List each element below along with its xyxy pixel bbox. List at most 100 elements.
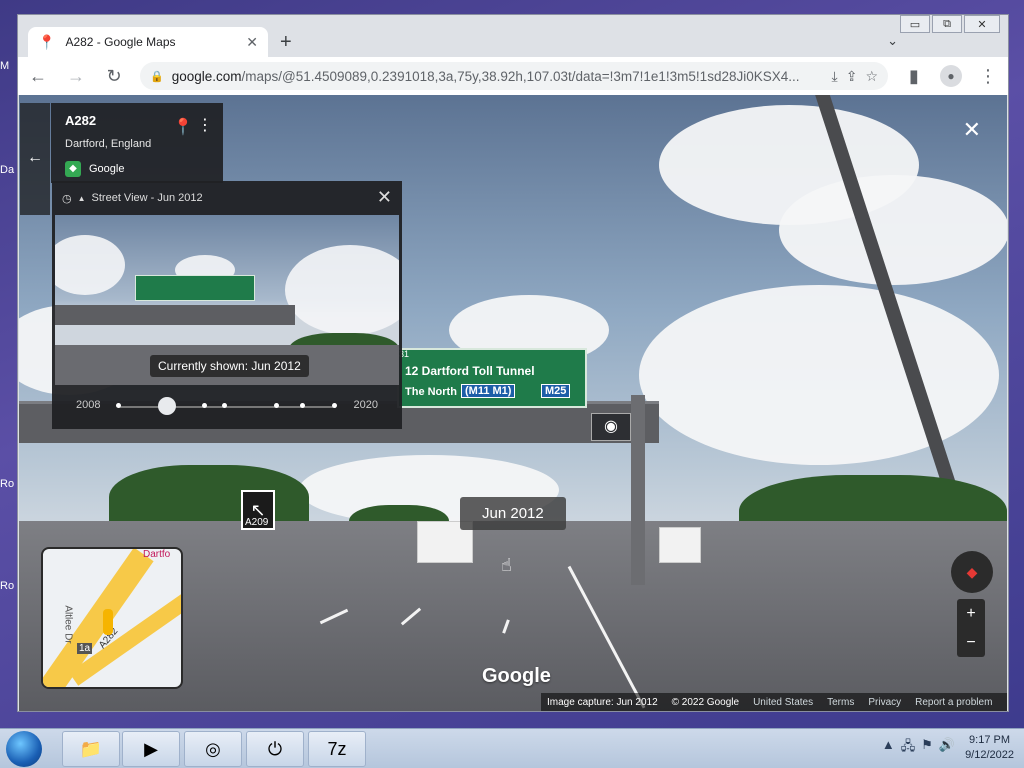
compass-icon[interactable]: ◆ bbox=[951, 551, 993, 593]
url-path: /maps/@51.4509089,0.2391018,3a,75y,38.92… bbox=[241, 68, 800, 84]
tab-strip: 📍 A282 - Google Maps ✕ + ⌄ bbox=[18, 25, 1008, 57]
browser-window: ▭ ⧉ ✕ 📍 A282 - Google Maps ✕ + ⌄ ← → ↻ 🔒… bbox=[17, 14, 1009, 712]
media-player-icon[interactable]: ▶ bbox=[122, 731, 180, 767]
new-tab-button[interactable]: + bbox=[280, 31, 292, 54]
history-preview-image[interactable]: Currently shown: Jun 2012 bbox=[55, 215, 399, 385]
clock-date: 9/12/2022 bbox=[965, 749, 1014, 761]
cloud bbox=[55, 235, 125, 295]
back-arrow-icon[interactable]: ← bbox=[20, 103, 50, 215]
source-attribution: ◆ Google bbox=[65, 161, 124, 177]
street-view-history-panel: ◷ ▲ Street View - Jun 2012 ✕ Currently s… bbox=[52, 181, 402, 429]
volume-icon[interactable]: 🔊 bbox=[939, 737, 955, 759]
tray-expand-icon[interactable]: ▲ bbox=[882, 737, 895, 759]
timeline-point[interactable] bbox=[300, 403, 305, 408]
minimap-street-label: Altlee Dr bbox=[62, 605, 74, 644]
forward-icon[interactable]: → bbox=[64, 66, 88, 87]
caret-up-icon: ▲ bbox=[77, 193, 86, 203]
timeline-point[interactable] bbox=[332, 403, 337, 408]
timeline-point[interactable] bbox=[274, 403, 279, 408]
share-icon[interactable]: ⇪ bbox=[846, 68, 858, 85]
mini-map[interactable]: Dartfo Altlee Dr A282 1a bbox=[41, 547, 183, 689]
pegman-icon[interactable] bbox=[103, 609, 113, 635]
clock-time: 9:17 PM bbox=[969, 734, 1011, 746]
copyright: © 2022 Google bbox=[671, 696, 740, 708]
minimap-junction-badge: 1a bbox=[77, 643, 93, 654]
google-maps-logo-icon: ◆ bbox=[65, 161, 81, 177]
profile-avatar[interactable]: ● bbox=[940, 65, 962, 87]
timeline-handle[interactable] bbox=[158, 397, 176, 415]
timeline-point[interactable] bbox=[222, 403, 227, 408]
browser-toolbar: ← → ↻ 🔒 google.com/maps/@51.4509089,0.23… bbox=[18, 57, 1008, 95]
side-panel-icon[interactable]: ▮ bbox=[902, 66, 926, 87]
cloud bbox=[285, 245, 399, 335]
roadside-sign: A209 bbox=[243, 517, 271, 528]
chrome-icon[interactable]: ◎ bbox=[184, 731, 242, 767]
place-card: A282 Dartford, England ◆ Google 📍 ⋮ bbox=[51, 103, 223, 183]
report-problem-link[interactable]: Report a problem bbox=[915, 697, 992, 708]
attribution-footer: Image capture: Jun 2012 © 2022 Google Un… bbox=[541, 693, 1007, 711]
location-pin-icon[interactable]: 📍 bbox=[173, 117, 193, 137]
timeline-point[interactable] bbox=[202, 403, 207, 408]
tab-close-icon[interactable]: ✕ bbox=[246, 34, 258, 51]
terms-link[interactable]: Terms bbox=[827, 697, 854, 708]
preview-sign bbox=[135, 275, 255, 301]
hand-cursor-icon: ☝ bbox=[501, 555, 512, 575]
history-clock-icon: ◷ bbox=[62, 192, 72, 205]
zoom-control: + − bbox=[957, 599, 985, 657]
system-tray: ▲ 🖧 ⚑ 🔊 9:17 PM 9/12/2022 bbox=[882, 733, 1014, 763]
more-options-icon[interactable]: ⋮ bbox=[197, 115, 213, 135]
close-street-view-icon[interactable]: ✕ bbox=[963, 117, 981, 143]
google-watermark: Google bbox=[482, 665, 551, 687]
tray-icons: ▲ 🖧 ⚑ 🔊 bbox=[882, 737, 955, 759]
desktop-label: Da bbox=[0, 164, 15, 176]
timeline-point[interactable] bbox=[116, 403, 121, 408]
history-panel-header[interactable]: ◷ ▲ Street View - Jun 2012 bbox=[52, 181, 402, 215]
network-icon[interactable]: 🖧 bbox=[901, 737, 916, 759]
history-timeline[interactable]: 2008 2020 bbox=[52, 391, 402, 421]
desktop-label: Ro bbox=[0, 580, 15, 592]
file-explorer-icon[interactable]: 📁 bbox=[62, 731, 120, 767]
desktop-label: M bbox=[0, 60, 10, 72]
gantry-post bbox=[631, 395, 645, 585]
privacy-link[interactable]: Privacy bbox=[868, 697, 901, 708]
country-link[interactable]: United States bbox=[753, 697, 813, 708]
system-clock[interactable]: 9:17 PM 9/12/2022 bbox=[965, 733, 1014, 763]
lock-icon[interactable]: 🔒 bbox=[150, 70, 164, 83]
back-icon[interactable]: ← bbox=[26, 66, 50, 87]
menu-icon[interactable]: ⋮ bbox=[976, 66, 1000, 87]
bookmark-star-icon[interactable]: ☆ bbox=[865, 68, 878, 85]
url-domain: google.com bbox=[171, 68, 242, 84]
place-subtitle: Dartford, England bbox=[65, 138, 152, 150]
reload-icon[interactable]: ↻ bbox=[102, 66, 126, 87]
tab-search-icon[interactable]: ⌄ bbox=[887, 33, 898, 49]
action-center-icon[interactable]: ⚑ bbox=[921, 737, 933, 759]
tab-google-maps[interactable]: 📍 A282 - Google Maps ✕ bbox=[28, 27, 268, 57]
currently-shown-tooltip: Currently shown: Jun 2012 bbox=[150, 355, 309, 377]
zoom-out-button[interactable]: − bbox=[957, 628, 985, 657]
start-button[interactable] bbox=[6, 731, 42, 767]
speed-camera-icon: ◉ bbox=[591, 413, 631, 441]
timeline-end-year: 2020 bbox=[353, 399, 378, 411]
zoom-in-button[interactable]: + bbox=[957, 599, 985, 628]
maps-favicon-icon: 📍 bbox=[38, 33, 56, 50]
street-view-viewport[interactable]: 12 Dartford Toll Tunnel The North (M11 M… bbox=[19, 95, 1007, 711]
close-history-icon[interactable]: ✕ bbox=[377, 187, 392, 208]
address-bar[interactable]: 🔒 google.com/maps/@51.4509089,0.2391018,… bbox=[140, 62, 888, 90]
image-capture-date: Image capture: Jun 2012 bbox=[547, 696, 658, 708]
minimap-place-label: Dartfo bbox=[143, 549, 171, 560]
motorway-sign: 12 Dartford Toll Tunnel The North (M11 M… bbox=[397, 348, 587, 408]
timeline-start-year: 2008 bbox=[76, 399, 101, 411]
tab-title: A282 - Google Maps bbox=[65, 35, 176, 49]
taskbar: 📁 ▶ ◎ ⏻ 7z ▲ 🖧 ⚑ 🔊 9:17 PM 9/12/2022 bbox=[0, 728, 1024, 768]
7zip-icon[interactable]: 7z bbox=[308, 731, 366, 767]
desktop-label: Ro bbox=[0, 478, 15, 490]
power-app-icon[interactable]: ⏻ bbox=[246, 731, 304, 767]
source-label: Google bbox=[89, 163, 125, 175]
sign-north: The North bbox=[405, 386, 457, 398]
image-date-chip: Jun 2012 bbox=[460, 497, 566, 530]
preview-gantry bbox=[55, 305, 295, 325]
install-app-icon[interactable]: ⤓ bbox=[832, 68, 838, 85]
sign-m25: M25 bbox=[541, 384, 571, 398]
url-text[interactable]: google.com/maps/@51.4509089,0.2391018,3a… bbox=[172, 69, 824, 84]
cloud bbox=[639, 285, 999, 465]
